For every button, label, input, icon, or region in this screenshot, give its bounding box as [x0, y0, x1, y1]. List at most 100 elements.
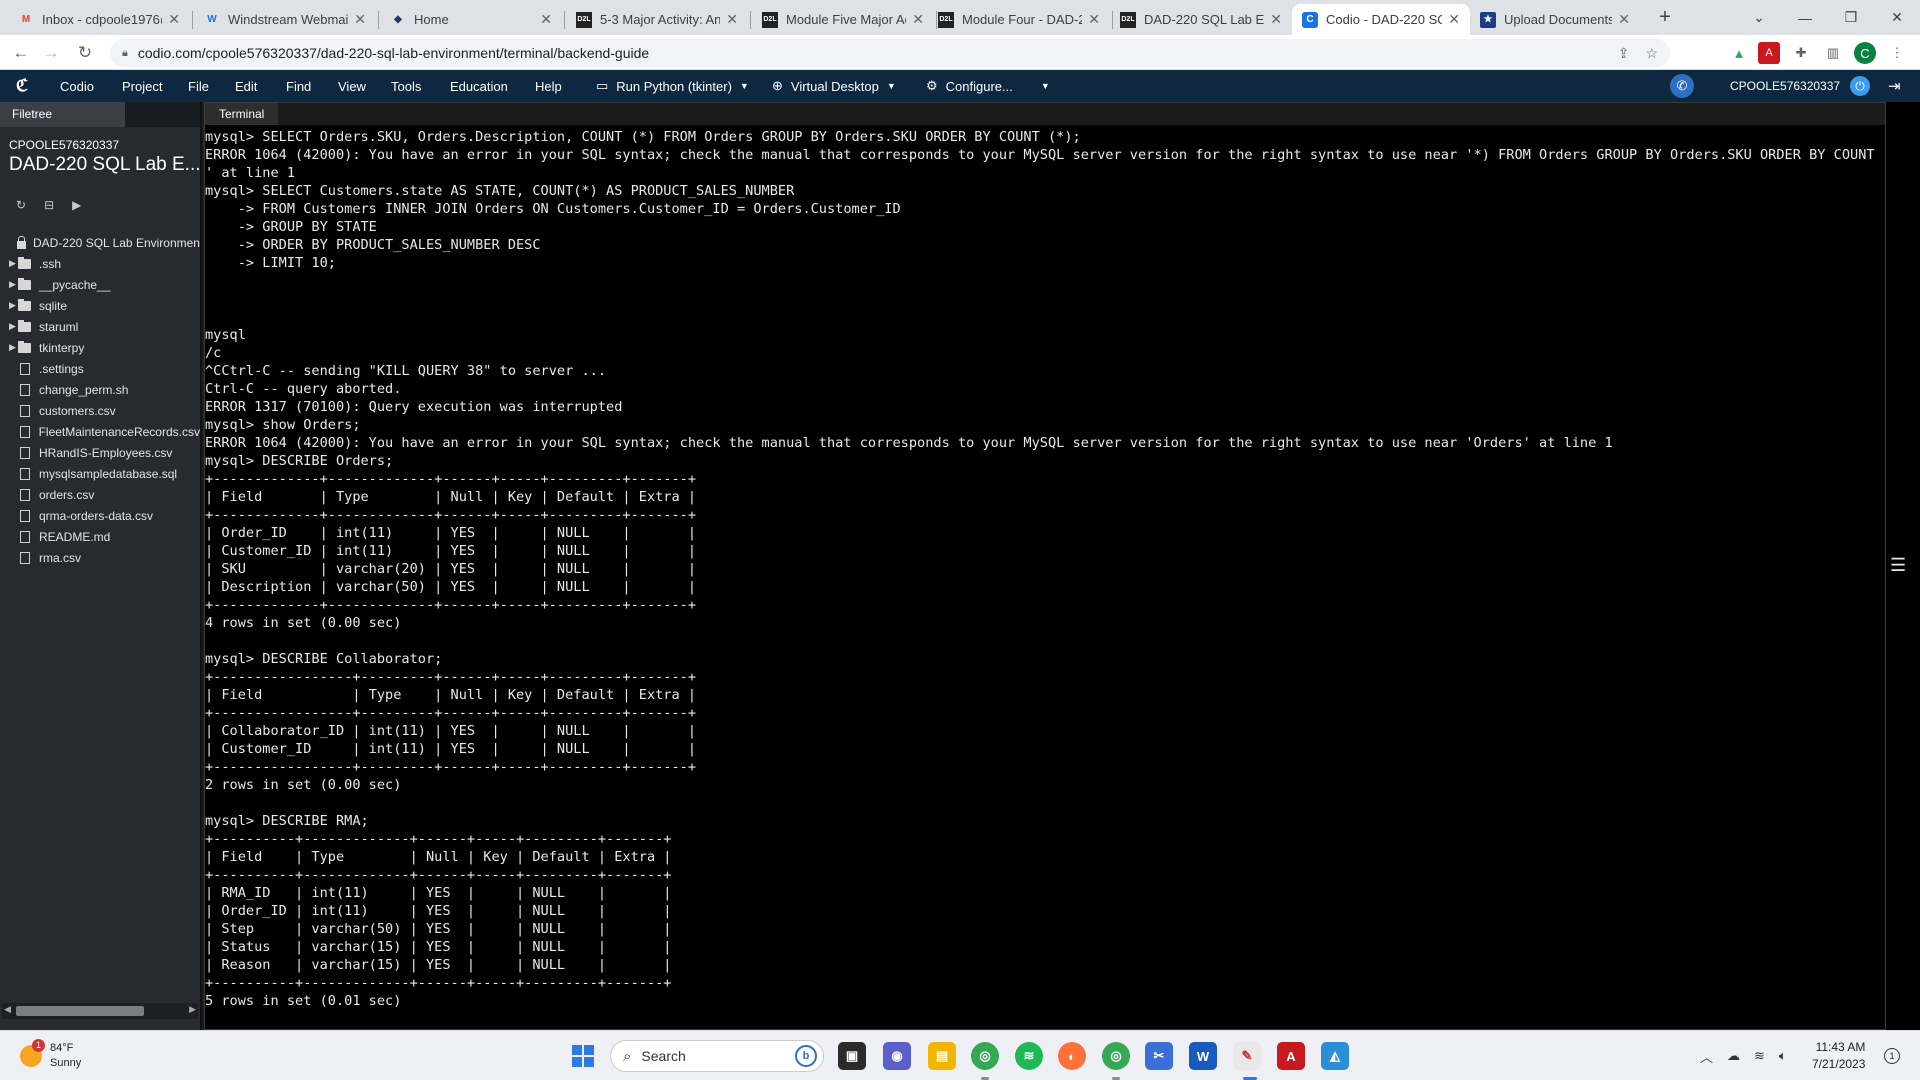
chevron-right-icon[interactable]: ▶: [0, 258, 16, 269]
tree-file[interactable]: change_perm.sh: [0, 379, 200, 400]
chevron-right-icon[interactable]: ▶: [0, 300, 16, 311]
tree-file[interactable]: HRandIS-Employees.csv: [0, 442, 200, 463]
tree-folder[interactable]: ▶ __pycache__: [0, 274, 200, 295]
share-icon[interactable]: ⇪: [1618, 45, 1630, 62]
virtual-desktop-button[interactable]: ⊕ Virtual Desktop ▼: [772, 70, 896, 102]
close-icon[interactable]: ✕: [1270, 11, 1282, 28]
notification-badge[interactable]: 1: [1884, 1048, 1900, 1064]
menu-help[interactable]: Help: [535, 70, 562, 102]
volume-icon[interactable]: 🔈︎: [1779, 1048, 1787, 1064]
back-icon[interactable]: ←: [8, 40, 34, 66]
tab-terminal[interactable]: Terminal: [205, 103, 279, 125]
scroll-left-icon[interactable]: ◀: [4, 1004, 11, 1015]
photos-icon[interactable]: ◭: [1321, 1042, 1349, 1070]
menu-view[interactable]: View: [338, 70, 366, 102]
configure-button[interactable]: ⚙ Configure... ▼: [926, 70, 1050, 102]
user-name[interactable]: CPOOLE576320337: [1730, 70, 1840, 102]
reload-icon[interactable]: ↻: [72, 40, 98, 66]
browser-tab-codio[interactable]: C Codio - DAD-220 SQL ✕: [1292, 4, 1470, 35]
browser-tab-d2l-3[interactable]: D2L Module Four - DAD-2 ✕: [928, 4, 1110, 35]
chrome-menu-icon[interactable]: ⋮: [1886, 42, 1908, 64]
refresh-icon[interactable]: ↻: [16, 198, 26, 212]
close-icon[interactable]: ✕: [168, 11, 180, 28]
browser-tab-d2l-4[interactable]: D2L DAD-220 SQL Lab Env ✕: [1110, 4, 1292, 35]
chevron-right-icon[interactable]: ▶: [0, 321, 16, 332]
tab-search-icon[interactable]: ⌄: [1736, 0, 1782, 35]
close-icon[interactable]: ✕: [726, 11, 738, 28]
chevron-right-icon[interactable]: ▶: [0, 279, 16, 290]
tree-folder[interactable]: ▶ sqlite: [0, 295, 200, 316]
tree-file[interactable]: mysqlsampledatabase.sql: [0, 463, 200, 484]
menu-find[interactable]: Find: [286, 70, 311, 102]
new-tab-button[interactable]: +: [1650, 0, 1680, 35]
tree-file[interactable]: .settings: [0, 358, 200, 379]
run-python-button[interactable]: ▭ Run Python (tkinter) ▼: [596, 70, 749, 102]
window-close-icon[interactable]: ✕: [1874, 0, 1920, 35]
menu-education[interactable]: Education: [450, 70, 508, 102]
firefox-icon[interactable]: ◐: [1058, 1042, 1086, 1070]
acrobat-taskbar-icon[interactable]: A: [1277, 1042, 1305, 1070]
chrome-icon[interactable]: ◎: [971, 1042, 999, 1070]
drive-icon[interactable]: ▲: [1728, 42, 1750, 64]
file-explorer-icon[interactable]: ▤: [928, 1042, 956, 1070]
profile-avatar[interactable]: C: [1854, 42, 1876, 64]
collapse-icon[interactable]: ⊟: [44, 198, 54, 212]
close-icon[interactable]: ✕: [912, 11, 924, 28]
wifi-icon[interactable]: ≋: [1754, 1048, 1765, 1064]
chevron-up-icon[interactable]: ︿: [1700, 1047, 1713, 1066]
close-icon[interactable]: ✕: [354, 11, 366, 28]
panel-toggle-icon[interactable]: ☰: [1890, 556, 1918, 574]
tree-file[interactable]: README.md: [0, 526, 200, 547]
tree-file[interactable]: FleetMaintenanceRecords.csv: [0, 421, 200, 442]
minimize-icon[interactable]: —: [1782, 0, 1828, 35]
teams-chat-icon[interactable]: ◉: [883, 1042, 911, 1070]
side-panel-icon[interactable]: ▥: [1822, 42, 1844, 64]
extensions-icon[interactable]: ✚: [1790, 42, 1812, 64]
play-icon[interactable]: ▶: [72, 198, 81, 212]
forward-icon[interactable]: →: [38, 40, 64, 66]
word-icon[interactable]: W: [1189, 1042, 1217, 1070]
task-view-icon[interactable]: ▣: [838, 1042, 866, 1070]
menu-codio[interactable]: Codio: [60, 70, 94, 102]
tree-file[interactable]: qrma-orders-data.csv: [0, 505, 200, 526]
snip-sketch-icon[interactable]: ✎: [1233, 1042, 1261, 1070]
bookmark-star-icon[interactable]: ☆: [1645, 45, 1658, 62]
codio-logo-icon[interactable]: ℭ: [16, 70, 28, 102]
close-icon[interactable]: ✕: [540, 11, 552, 28]
terminal-output[interactable]: mysql> SELECT Orders.SKU, Orders.Descrip…: [205, 125, 1885, 1027]
browser-tab-upload[interactable]: ★ Upload Documents fo ✕: [1470, 4, 1640, 35]
close-icon[interactable]: ✕: [1618, 11, 1630, 28]
restore-icon[interactable]: ❐: [1828, 0, 1874, 35]
filetree-scrollbar[interactable]: ◀ ▶: [2, 1003, 198, 1019]
close-icon[interactable]: ✕: [1448, 11, 1460, 28]
browser-tab-windstream[interactable]: W Windstream Webmail ✕: [194, 4, 376, 35]
browser-tab-d2l-2[interactable]: D2L Module Five Major Ac ✕: [752, 4, 934, 35]
browser-tab-home[interactable]: ◆ Home ✕: [380, 4, 562, 35]
browser-tab-gmail[interactable]: M Inbox - cdpoole1976@ ✕: [8, 4, 190, 35]
bing-icon[interactable]: b: [795, 1045, 817, 1067]
lock-icon[interactable]: 🔒︎: [122, 47, 128, 60]
tree-folder[interactable]: ▶ .ssh: [0, 253, 200, 274]
spotify-icon[interactable]: ≋: [1015, 1042, 1043, 1070]
tab-filetree[interactable]: Filetree: [0, 102, 125, 127]
acrobat-icon[interactable]: A: [1758, 42, 1780, 64]
tree-file[interactable]: orders.csv: [0, 484, 200, 505]
scroll-right-icon[interactable]: ▶: [189, 1004, 196, 1015]
phone-icon[interactable]: ✆: [1670, 74, 1694, 98]
power-icon[interactable]: ⏻: [1850, 76, 1870, 96]
url-input[interactable]: 🔒︎ codio.com/cpoole576320337/dad-220-sql…: [110, 39, 1670, 67]
tree-folder[interactable]: ▶ tkinterpy: [0, 337, 200, 358]
scrollbar-thumb[interactable]: [16, 1006, 144, 1016]
tree-folder[interactable]: ▶ staruml: [0, 316, 200, 337]
logout-icon[interactable]: ⇥: [1888, 70, 1901, 102]
tree-root[interactable]: DAD-220 SQL Lab Environment: [0, 232, 200, 253]
weather-widget[interactable]: 1 84°F Sunny: [20, 1039, 81, 1071]
menu-file[interactable]: File: [188, 70, 209, 102]
windows-start-icon[interactable]: [572, 1045, 594, 1067]
chrome-profile-icon[interactable]: ◎: [1102, 1042, 1130, 1070]
chevron-right-icon[interactable]: ▶: [0, 342, 16, 353]
snipping-tool-icon[interactable]: ✂: [1145, 1042, 1173, 1070]
menu-project[interactable]: Project: [122, 70, 162, 102]
menu-tools[interactable]: Tools: [391, 70, 421, 102]
taskbar-search[interactable]: ⌕ Search b: [610, 1040, 824, 1072]
